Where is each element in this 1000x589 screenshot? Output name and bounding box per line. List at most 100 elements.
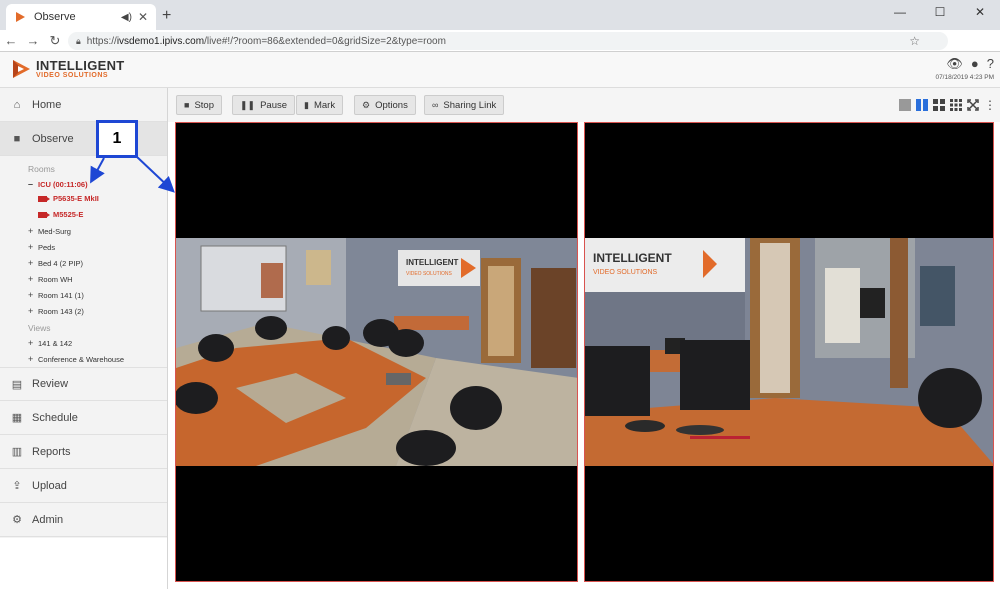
sign-line2: VIDEO SOLUTIONS bbox=[406, 271, 453, 277]
sidebar-item-upload[interactable]: ⇪ Upload bbox=[0, 469, 167, 503]
views-header: Views bbox=[28, 323, 51, 333]
grid-layout-selector: ⋮ bbox=[899, 98, 996, 112]
expand-icon: + bbox=[28, 242, 34, 252]
home-icon: ⌂ bbox=[13, 98, 21, 111]
pause-icon: ❚❚ bbox=[240, 99, 256, 110]
room-item[interactable]: + Peds bbox=[28, 242, 55, 252]
camera-icon bbox=[38, 211, 50, 218]
sidebar-item-label: Upload bbox=[32, 479, 67, 492]
pause-button[interactable]: ❚❚ Pause bbox=[232, 95, 296, 115]
expand-icon: + bbox=[28, 258, 34, 268]
more-options-icon[interactable]: ⋮ bbox=[984, 98, 996, 112]
camera-item[interactable]: P5635-E MkII bbox=[38, 194, 99, 203]
sidebar: ⌂ Home ■ Observe Rooms – ICU (00:11:06) … bbox=[0, 88, 168, 589]
room-label: ICU (00:11:06) bbox=[38, 179, 88, 189]
room-item[interactable]: + Bed 4 (2 PIP) bbox=[28, 258, 83, 268]
minimize-icon[interactable]: — bbox=[880, 0, 920, 24]
browser-tab-bar: Observe ◀) ✕ + — ☐ ✕ bbox=[0, 0, 1000, 30]
fullscreen-icon[interactable] bbox=[967, 99, 979, 111]
room-label: Room WH bbox=[38, 274, 73, 284]
browser-tab-observe[interactable]: Observe ◀) ✕ bbox=[6, 4, 156, 30]
back-icon[interactable]: ← bbox=[0, 33, 22, 48]
mark-button[interactable]: ▮ Mark bbox=[296, 95, 344, 115]
bar-chart-icon: ▥ bbox=[11, 446, 23, 458]
gear-icon: ⚙ bbox=[362, 99, 371, 110]
conference-room-feed-right: INTELLIGENT VIDEO SOLUTIONS bbox=[585, 238, 993, 466]
close-window-icon[interactable]: ✕ bbox=[960, 0, 1000, 24]
logo-line2: VIDEO SOLUTIONS bbox=[36, 72, 109, 79]
lock-icon: 🔒︎ bbox=[76, 35, 81, 46]
sidebar-item-label: Admin bbox=[32, 513, 64, 526]
grid-1x1-icon[interactable] bbox=[899, 99, 911, 111]
maximize-icon[interactable]: ☐ bbox=[920, 0, 960, 24]
sidebar-empty-area bbox=[0, 538, 167, 589]
sidebar-item-observe[interactable]: ■ Observe bbox=[0, 122, 167, 156]
eye-icon[interactable]: 👁︎ bbox=[946, 56, 963, 72]
tab-title: Observe bbox=[34, 11, 76, 23]
url-bar[interactable]: 🔒︎ https://ivsdemo1.ipivs.com/live#!/?ro… bbox=[68, 32, 948, 50]
sign-line1: INTELLIGENT bbox=[406, 258, 459, 267]
camera-label: M5525-E bbox=[53, 210, 84, 219]
link-icon: ∞ bbox=[432, 100, 439, 110]
active-room-icu[interactable]: – ICU (00:11:06) bbox=[28, 179, 88, 189]
header-datetime: 07/18/2019 4:23 PM bbox=[935, 74, 994, 81]
help-icon[interactable]: ? bbox=[987, 56, 994, 72]
bookmark-star-icon[interactable]: ☆ bbox=[909, 34, 920, 48]
room-item[interactable]: + Med-Surg bbox=[28, 226, 71, 236]
sign-line1: INTELLIGENT bbox=[593, 251, 672, 265]
expand-icon: + bbox=[28, 338, 34, 348]
sign-line2: VIDEO SOLUTIONS bbox=[593, 269, 658, 276]
reload-icon[interactable]: ↻ bbox=[44, 33, 66, 49]
stop-label: Stop bbox=[194, 99, 214, 111]
video-tile-p5635[interactable]: INTELLIGENT VIDEO SOLUTIONS bbox=[175, 122, 578, 582]
room-item[interactable]: + Room 143 (2) bbox=[28, 306, 84, 316]
app-logo[interactable]: INTELLIGENT VIDEO SOLUTIONS bbox=[10, 58, 125, 80]
stop-button[interactable]: ■ Stop bbox=[176, 95, 222, 115]
gear-icon: ⚙ bbox=[12, 514, 22, 526]
forward-icon[interactable]: → bbox=[22, 33, 44, 48]
sidebar-item-home[interactable]: ⌂ Home bbox=[0, 88, 167, 122]
room-item[interactable]: + Room 141 (1) bbox=[28, 290, 84, 300]
user-icon[interactable]: ● bbox=[971, 56, 979, 72]
new-tab-icon[interactable]: + bbox=[162, 7, 171, 25]
room-label: Room 143 (2) bbox=[38, 306, 84, 316]
close-tab-icon[interactable]: ✕ bbox=[138, 10, 148, 24]
camera-item[interactable]: M5525-E bbox=[38, 210, 83, 219]
url-scheme: https:// bbox=[86, 35, 117, 47]
video-camera-icon: ■ bbox=[13, 132, 21, 145]
video-tile-m5525[interactable]: INTELLIGENT VIDEO SOLUTIONS bbox=[584, 122, 994, 582]
grid-3x3-icon[interactable] bbox=[950, 99, 962, 111]
mark-label: Mark bbox=[313, 99, 336, 111]
view-item[interactable]: +141 & 142 bbox=[28, 338, 72, 348]
expand-icon: + bbox=[28, 306, 34, 316]
calendar-icon: ▦ bbox=[11, 412, 23, 424]
room-label: Peds bbox=[38, 242, 56, 252]
view-label: 141 & 142 bbox=[38, 338, 73, 348]
sidebar-item-reports[interactable]: ▥ Reports bbox=[0, 435, 167, 469]
rooms-header: Rooms bbox=[28, 164, 55, 174]
favicon-icon bbox=[16, 12, 25, 22]
sidebar-item-schedule[interactable]: ▦ Schedule bbox=[0, 401, 167, 435]
sidebar-item-admin[interactable]: ⚙ Admin bbox=[0, 503, 167, 537]
view-item[interactable]: + Conference & Warehouse bbox=[28, 354, 124, 364]
annotation-callout: 1 bbox=[96, 120, 138, 158]
bookmark-icon: ▮ bbox=[304, 99, 309, 110]
sidebar-item-review[interactable]: ▤ Review bbox=[0, 367, 167, 401]
collapse-icon: – bbox=[28, 179, 34, 189]
speaker-icon[interactable]: ◀) bbox=[121, 12, 132, 23]
options-label: Options bbox=[375, 99, 408, 111]
url-host: ivsdemo1.ipivs.com bbox=[116, 35, 205, 47]
conference-room-feed-left: INTELLIGENT VIDEO SOLUTIONS bbox=[176, 238, 577, 466]
room-item[interactable]: + Room WH bbox=[28, 274, 73, 284]
logo-line1: INTELLIGENT bbox=[36, 58, 125, 73]
sidebar-item-label: Reports bbox=[32, 445, 71, 458]
grid-1x2-icon[interactable] bbox=[916, 99, 928, 111]
sidebar-item-label: Home bbox=[32, 98, 62, 111]
expand-icon: + bbox=[28, 354, 34, 364]
sharing-link-button[interactable]: ∞ Sharing Link bbox=[424, 95, 505, 115]
sidebar-item-label: Observe bbox=[32, 132, 74, 145]
grid-2x2-icon[interactable] bbox=[933, 99, 945, 111]
options-button[interactable]: ⚙ Options bbox=[354, 95, 416, 115]
pause-label: Pause bbox=[260, 99, 288, 111]
browser-toolbar: ← → ↻ 🔒︎ https://ivsdemo1.ipivs.com/live… bbox=[0, 30, 1000, 77]
